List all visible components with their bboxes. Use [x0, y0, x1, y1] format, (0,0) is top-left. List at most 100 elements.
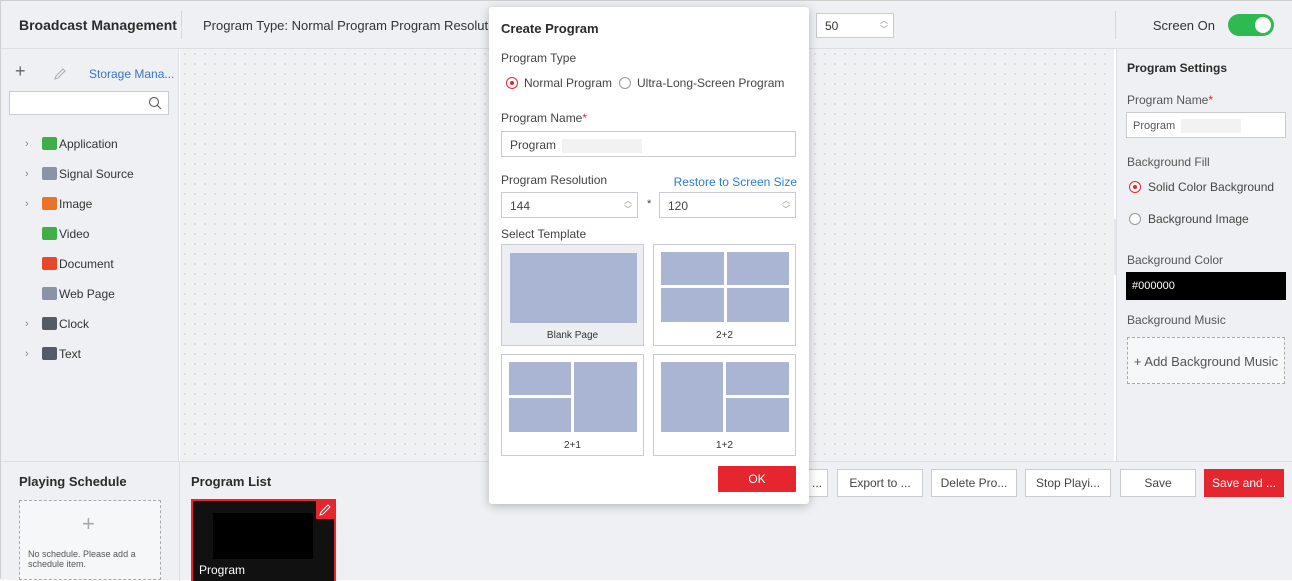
solid-color-option[interactable]: Solid Color Background: [1148, 180, 1274, 194]
radio-solid-color[interactable]: [1129, 181, 1141, 193]
program-name-field[interactable]: Program: [1126, 112, 1286, 138]
edit-icon[interactable]: [53, 67, 67, 81]
radio-ultra-long-screen[interactable]: [619, 77, 631, 89]
delete-program-button[interactable]: Delete Pro...: [931, 469, 1017, 497]
program-name-input[interactable]: Program: [501, 131, 796, 157]
broadcast-management-page: Broadcast Management Program Type: Norma…: [0, 0, 1292, 581]
tree-item-label: Document: [59, 257, 114, 271]
program-info: Program Type: Normal Program Program Res…: [203, 18, 488, 33]
search-input[interactable]: [9, 91, 169, 115]
clock-icon: [42, 317, 57, 330]
tree-item-label: Image: [59, 197, 93, 211]
template-block: [727, 288, 789, 322]
stop-playing-button[interactable]: Stop Playi...: [1025, 469, 1111, 497]
program-name: Program: [199, 563, 246, 577]
zoom-stepper[interactable]: 50 ︿ ﹀: [816, 13, 894, 38]
divider: [181, 11, 182, 39]
chevron-right-icon[interactable]: ›: [25, 198, 29, 210]
export-button[interactable]: Export to ...: [837, 469, 923, 497]
thumbnail-preview: [213, 513, 313, 559]
save-button[interactable]: Save: [1120, 469, 1196, 497]
tree-item-label: Web Page: [59, 287, 115, 301]
select-template-label: Select Template: [501, 227, 587, 241]
ok-button[interactable]: OK: [718, 466, 796, 492]
edit-icon[interactable]: [316, 501, 334, 519]
normal-program-option[interactable]: Normal Program: [524, 76, 612, 90]
add-schedule-button[interactable]: + No schedule. Please add a schedule ite…: [19, 500, 161, 580]
program-settings-panel: Program Settings Program Name* Program B…: [1116, 49, 1292, 461]
tree-item[interactable]: › Clock: [1, 309, 179, 339]
program-resolution-label: Program Resolution: [501, 173, 608, 187]
program-thumbnail[interactable]: Program: [191, 499, 336, 581]
tree-item-label: Text: [59, 347, 82, 361]
tree-item[interactable]: › Signal Source: [1, 159, 179, 189]
background-fill-label: Background Fill: [1127, 155, 1210, 169]
template-2-plus-1[interactable]: 2+1: [501, 354, 644, 456]
program-name-label: Program Name*: [1127, 93, 1214, 107]
add-icon[interactable]: +: [15, 61, 26, 82]
material-tree: › Application › Signal Source › Image Video Doc…: [1, 129, 179, 369]
program-list-title: Program List: [191, 474, 272, 489]
sidebar-toolbar: + Storage Mana...: [15, 61, 175, 81]
template-1-plus-2[interactable]: 1+2: [653, 354, 796, 456]
save-and-button[interactable]: Save and ...: [1204, 469, 1284, 497]
hidden-button[interactable]: ...: [806, 469, 828, 497]
template-blank-page[interactable]: Blank Page: [501, 244, 644, 346]
radio-background-image[interactable]: [1129, 213, 1141, 225]
image-icon: [42, 197, 57, 210]
height-stepper[interactable]: 120 ︿ ﹀: [659, 192, 796, 218]
tree-item-label: Signal Source: [59, 167, 134, 181]
add-background-music-button[interactable]: + Add Background Music: [1127, 337, 1285, 384]
template-caption: 2+2: [716, 330, 733, 341]
tree-item[interactable]: › Application: [1, 129, 179, 159]
chevron-right-icon[interactable]: ›: [25, 318, 29, 330]
spinner-arrows-icon[interactable]: ︿ ﹀: [623, 196, 633, 216]
spinner-arrows-icon[interactable]: ︿ ﹀: [879, 16, 889, 36]
signal-source-icon: [42, 167, 57, 180]
ultra-long-screen-option[interactable]: Ultra-Long-Screen Program: [637, 76, 784, 90]
panel-title: Program Settings: [1127, 61, 1228, 75]
background-music-label: Background Music: [1127, 313, 1226, 327]
template-block: [509, 398, 571, 432]
background-color-label: Background Color: [1127, 253, 1224, 267]
template-block: [510, 253, 637, 323]
tree-item[interactable]: › Text: [1, 339, 179, 369]
spinner-arrows-icon[interactable]: ︿ ﹀: [781, 196, 791, 216]
times-sign: *: [647, 198, 652, 210]
tree-item[interactable]: Document: [1, 249, 179, 279]
template-block: [509, 362, 571, 395]
divider: [1115, 11, 1116, 39]
template-2-plus-2[interactable]: 2+2: [653, 244, 796, 346]
template-block: [574, 362, 637, 432]
chevron-right-icon[interactable]: ›: [25, 138, 29, 150]
pdf-icon: [42, 257, 57, 270]
text-icon: [42, 347, 57, 360]
plus-icon: +: [82, 511, 95, 536]
tree-item-label: Application: [59, 137, 118, 151]
background-color-field[interactable]: #000000: [1126, 272, 1286, 300]
template-block: [727, 252, 789, 285]
background-image-option[interactable]: Background Image: [1148, 212, 1249, 226]
dialog-title: Create Program: [501, 21, 599, 36]
restore-screen-size-link[interactable]: Restore to Screen Size: [674, 175, 797, 189]
tree-item[interactable]: Web Page: [1, 279, 179, 309]
screen-toggle[interactable]: [1228, 14, 1274, 36]
template-caption: Blank Page: [546, 330, 599, 341]
create-program-dialog: Create Program Program Type Normal Progr…: [489, 7, 809, 504]
tree-item[interactable]: Video: [1, 219, 179, 249]
width-stepper[interactable]: 144 ︿ ﹀: [501, 192, 638, 218]
zoom-value: 50: [825, 19, 839, 33]
chevron-right-icon[interactable]: ›: [25, 348, 29, 360]
storage-management-link[interactable]: Storage Mana...: [89, 67, 174, 81]
web-page-icon: [42, 287, 57, 300]
divider: [179, 462, 180, 581]
template-caption: 2+1: [564, 440, 581, 451]
radio-normal-program[interactable]: [506, 77, 518, 89]
search-icon[interactable]: [148, 96, 162, 110]
playing-schedule-title: Playing Schedule: [19, 474, 127, 489]
tree-item[interactable]: › Image: [1, 189, 179, 219]
tree-item-label: Clock: [59, 317, 90, 331]
chevron-right-icon[interactable]: ›: [25, 168, 29, 180]
template-block: [726, 398, 789, 432]
template-block: [661, 252, 724, 285]
